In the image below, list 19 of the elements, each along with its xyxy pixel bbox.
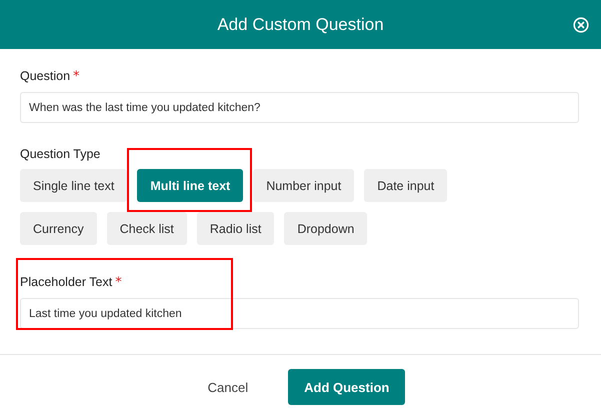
field-label: Question xyxy=(20,69,70,83)
required-mark: * xyxy=(115,275,122,290)
placeholder-field[interactable]: Last time you updated kitchen xyxy=(20,298,579,329)
required-mark: * xyxy=(73,69,80,84)
section-label: Question Type xyxy=(20,147,100,161)
close-icon[interactable] xyxy=(573,17,589,33)
type-option[interactable]: Single line text xyxy=(20,169,128,202)
type-option[interactable]: Currency xyxy=(20,212,97,245)
dialog-title: Add Custom Question xyxy=(217,14,384,34)
type-option[interactable]: Date input xyxy=(364,169,448,202)
type-option[interactable]: Number input xyxy=(253,169,354,202)
field-label: Placeholder Text xyxy=(20,275,112,289)
type-option[interactable]: Dropdown xyxy=(284,212,368,245)
question-field[interactable]: When was the last time you updated kitchen? xyxy=(20,92,579,123)
add-question-button[interactable]: Add Question xyxy=(288,369,406,405)
cancel-button[interactable]: Cancel xyxy=(192,369,264,405)
type-option[interactable]: Radio list xyxy=(196,212,274,245)
type-option[interactable]: Multi line text xyxy=(137,169,244,202)
type-option[interactable]: Check list xyxy=(106,212,187,245)
